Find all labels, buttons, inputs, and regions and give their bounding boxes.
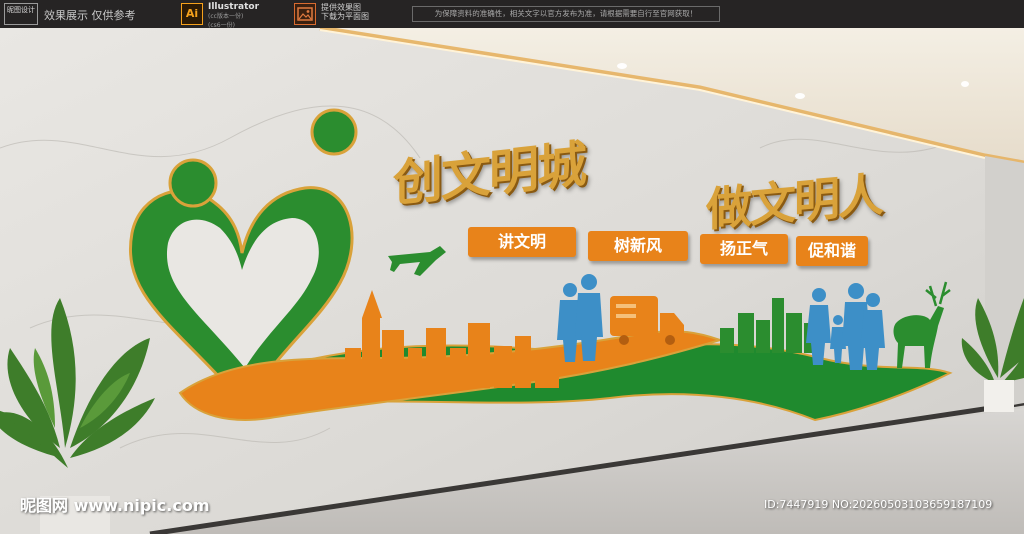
image-info-line-1: 提供效果图 — [321, 3, 361, 12]
brand-logo: 昵图设计 — [4, 3, 38, 25]
id-watermark: ID:7447919 NO:20260503103659187109 — [764, 498, 993, 511]
illustrator-icon: Ai — [181, 3, 203, 25]
site-watermark: 昵图网 www.nipic.com — [20, 496, 210, 515]
slogan-4: 促和谐 — [796, 236, 868, 266]
effect-notice: 效果展示 仅供参考 — [44, 9, 136, 22]
wall-scene: 创文明城 做文明人 讲文明 树新风 扬正气 促和谐 — [0, 28, 1024, 534]
image-info: 提供效果图 下载为平面图 — [321, 3, 369, 21]
slogan-3: 扬正气 — [700, 234, 788, 264]
illustrator-title: Illustrator — [208, 2, 260, 12]
top-info-bar: 昵图设计 效果展示 仅供参考 Ai Illustrator (cc版本一份) (… — [0, 0, 1024, 30]
image-icon — [294, 3, 316, 25]
illustrator-version-1: (cc版本一份) — [208, 13, 244, 20]
accuracy-notice: 为保障资料的准确性，相关文字以官方发布为准，请根据需要自行至官网获取！ — [412, 6, 720, 22]
illustrator-info: Illustrator (cc版本一份) (cs6一份) — [208, 3, 259, 30]
image-info-line-2: 下载为平面图 — [321, 12, 369, 21]
slogan-2: 树新风 — [588, 231, 688, 261]
slogan-1: 讲文明 — [468, 227, 576, 257]
